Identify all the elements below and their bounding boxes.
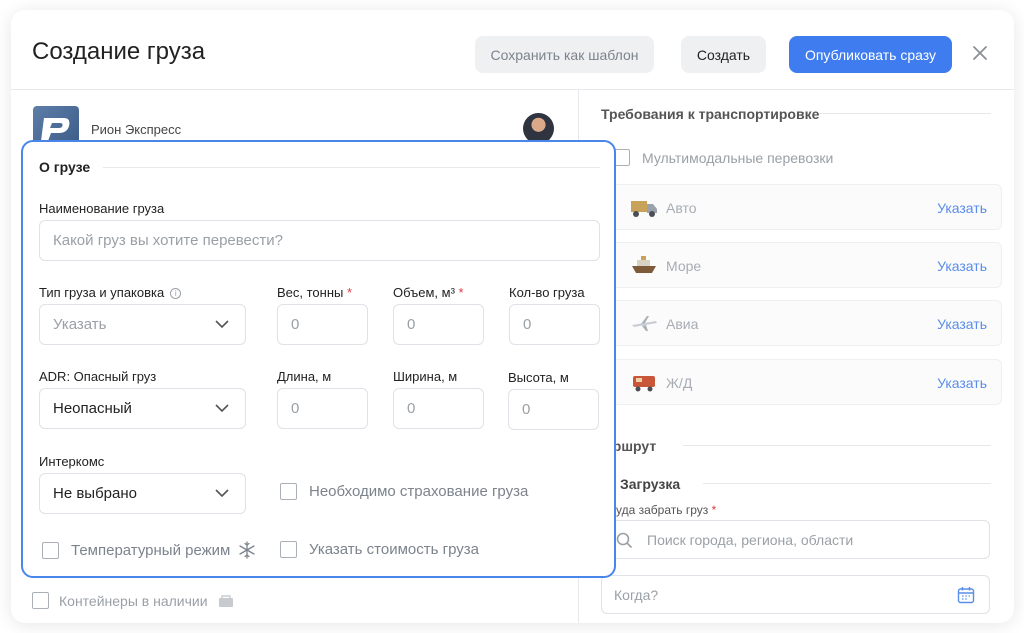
chevron-down-icon — [215, 320, 229, 329]
containers-available-checkbox[interactable]: Контейнеры в наличии — [32, 592, 234, 609]
chevron-down-icon — [215, 489, 229, 498]
weight-input[interactable]: 0 — [277, 304, 368, 345]
calendar-icon[interactable] — [957, 586, 975, 604]
volume-label-text: Объем, м³ — [393, 285, 455, 300]
transport-section-title: Требования к транспортировке — [601, 106, 820, 122]
cargo-section-title: О грузе — [39, 159, 91, 175]
multimodal-label: Мультимодальные перевозки — [642, 149, 834, 166]
truck-icon — [631, 201, 657, 217]
set-rail-link[interactable]: Указать — [937, 375, 987, 391]
divider — [103, 167, 600, 168]
page-title: Создание груза — [32, 38, 206, 65]
chevron-down-icon — [215, 404, 229, 413]
cargo-info-card: О грузе Наименование груза Какой груз вы… — [21, 140, 616, 578]
date-placeholder: Когда? — [614, 587, 659, 603]
temperature-label: Температурный режим — [71, 541, 231, 559]
transport-mode-rail: Ж/Д Указать — [611, 359, 1002, 405]
cargo-name-input[interactable]: Какой груз вы хотите перевести? — [39, 220, 600, 261]
checkbox[interactable] — [32, 592, 49, 609]
pickup-label-text: уда забрать груз — [616, 503, 709, 517]
adr-value: Неопасный — [53, 400, 132, 417]
transport-mode-auto: Авто Указать — [611, 184, 1002, 230]
publish-now-button[interactable]: Опубликовать сразу — [789, 36, 952, 73]
multimodal-checkbox[interactable]: Мультимодальные перевозки — [613, 149, 833, 166]
length-label: Длина, м — [277, 369, 332, 384]
insurance-checkbox[interactable]: Необходимо страхование груза — [280, 483, 528, 500]
length-placeholder: 0 — [291, 400, 300, 417]
cost-checkbox[interactable]: Указать стоимость груза — [280, 541, 479, 558]
intercoms-select[interactable]: Не выбрано — [39, 473, 246, 514]
cargo-type-value: Указать — [53, 316, 107, 333]
width-label: Ширина, м — [393, 369, 458, 384]
set-auto-link[interactable]: Указать — [937, 200, 987, 216]
checkbox[interactable] — [280, 541, 297, 558]
adr-select[interactable]: Неопасный — [39, 388, 246, 429]
pickup-date-input[interactable]: Когда? — [601, 575, 990, 614]
adr-label: ADR: Опасный груз — [39, 369, 157, 384]
required-mark: * — [711, 503, 717, 517]
height-label: Высота, м — [508, 370, 569, 385]
volume-placeholder: 0 — [407, 316, 416, 333]
transport-mode-sea: Море Указать — [611, 242, 1002, 288]
temperature-checkbox[interactable]: Температурный режим — [42, 541, 256, 559]
width-input[interactable]: 0 — [393, 388, 484, 429]
weight-placeholder: 0 — [291, 316, 300, 333]
intercoms-value: Не выбрано — [53, 485, 137, 502]
cargo-name-placeholder: Какой груз вы хотите перевести? — [53, 232, 283, 249]
volume-label: Объем, м³ * — [393, 285, 464, 300]
quantity-input[interactable]: 0 — [509, 304, 600, 345]
company-name: Рион Экспресс — [91, 122, 182, 137]
containers-label: Контейнеры в наличии — [59, 592, 208, 609]
cargo-type-label-text: Тип груза и упаковка — [39, 285, 165, 300]
dialog-header: Создание груза Сохранить как шаблон Созд… — [11, 10, 1014, 90]
set-sea-link[interactable]: Указать — [937, 258, 987, 274]
snowflake-icon — [239, 541, 256, 559]
train-icon — [633, 376, 655, 392]
save-as-template-button[interactable]: Сохранить как шаблон — [475, 36, 654, 73]
quantity-label: Кол-во груза — [509, 285, 585, 300]
transport-mode-name: Авто — [666, 200, 697, 216]
weight-label: Вес, тонны * — [277, 285, 352, 300]
info-icon[interactable]: i — [170, 288, 182, 299]
volume-input[interactable]: 0 — [393, 304, 484, 345]
length-input[interactable]: 0 — [277, 388, 368, 429]
pickup-label: уда забрать груз * — [616, 503, 716, 517]
height-placeholder: 0 — [522, 401, 531, 418]
width-placeholder: 0 — [407, 400, 416, 417]
search-icon — [616, 532, 633, 549]
divider — [683, 445, 991, 446]
cargo-type-select[interactable]: Указать — [39, 304, 246, 345]
insurance-label: Необходимо страхование груза — [309, 483, 529, 500]
required-mark: * — [347, 285, 353, 300]
quantity-placeholder: 0 — [523, 316, 532, 333]
cargo-name-label: Наименование груза — [39, 201, 165, 216]
close-icon[interactable] — [969, 42, 991, 64]
plane-icon — [632, 316, 657, 331]
height-input[interactable]: 0 — [508, 389, 599, 430]
checkbox[interactable] — [280, 483, 297, 500]
container-icon — [218, 594, 233, 607]
required-mark: * — [458, 285, 464, 300]
transport-mode-name: Авиа — [666, 316, 699, 332]
transport-mode-name: Море — [666, 258, 702, 274]
pickup-search-input[interactable]: Поиск города, региона, области — [601, 520, 990, 559]
loading-section-title: Загрузка — [620, 476, 681, 492]
create-button[interactable]: Создать — [681, 36, 766, 73]
checkbox[interactable] — [42, 541, 59, 559]
cost-label: Указать стоимость груза — [309, 541, 479, 558]
cargo-type-label: Тип груза и упаковка i — [39, 285, 182, 300]
intercoms-label: Интеркомс — [39, 454, 105, 469]
divider — [703, 483, 991, 484]
search-placeholder: Поиск города, региона, области — [647, 532, 854, 548]
ship-icon — [632, 256, 656, 273]
transport-mode-name: Ж/Д — [666, 375, 693, 391]
divider — [819, 113, 991, 114]
weight-label-text: Вес, тонны — [277, 285, 344, 300]
set-air-link[interactable]: Указать — [937, 316, 987, 332]
transport-mode-air: Авиа Указать — [611, 300, 1002, 346]
